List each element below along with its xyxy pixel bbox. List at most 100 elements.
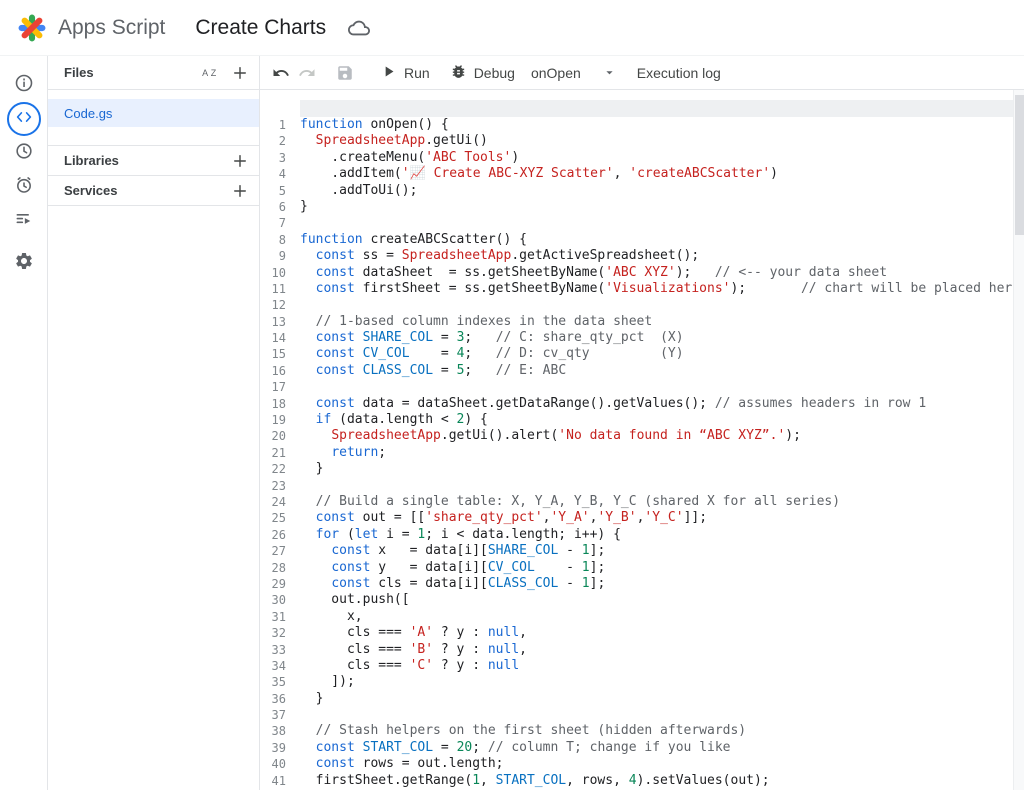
run-button[interactable]: Run xyxy=(380,63,430,83)
line-number[interactable]: 23 xyxy=(260,478,286,494)
line-number[interactable]: 18 xyxy=(260,396,286,412)
line-number[interactable]: 2 xyxy=(260,133,286,149)
code-token: 'ABC Tools' xyxy=(425,150,511,165)
code-token: dataSheet = ss.getSheetByName( xyxy=(355,265,605,280)
line-number[interactable]: 22 xyxy=(260,461,286,477)
executions-list-icon xyxy=(14,209,34,234)
code-token xyxy=(300,330,316,345)
nav-triggers[interactable] xyxy=(7,170,41,204)
line-number[interactable]: 7 xyxy=(260,215,286,231)
svg-text:A: A xyxy=(202,68,208,78)
code-line: return; xyxy=(300,445,1024,461)
line-number[interactable]: 13 xyxy=(260,314,286,330)
line-number[interactable]: 35 xyxy=(260,674,286,690)
line-number[interactable]: 41 xyxy=(260,773,286,789)
apps-script-logo-icon[interactable] xyxy=(14,10,50,46)
execution-log-button[interactable]: Execution log xyxy=(637,65,721,81)
line-number[interactable]: 31 xyxy=(260,609,286,625)
line-number[interactable]: 3 xyxy=(260,150,286,166)
line-number[interactable]: 14 xyxy=(260,330,286,346)
code-token: } xyxy=(300,199,308,214)
line-number[interactable]: 27 xyxy=(260,543,286,559)
line-number[interactable]: 10 xyxy=(260,265,286,281)
line-number[interactable]: 5 xyxy=(260,183,286,199)
scrollbar-thumb[interactable] xyxy=(1015,95,1024,235)
line-number[interactable]: 20 xyxy=(260,428,286,444)
code-token: firstSheet = ss.getSheetByName( xyxy=(355,281,605,296)
code-token: ) xyxy=(511,150,519,165)
line-number[interactable]: 9 xyxy=(260,248,286,264)
line-number[interactable]: 16 xyxy=(260,363,286,379)
line-number[interactable]: 29 xyxy=(260,576,286,592)
code-token: ]]; xyxy=(684,510,707,525)
sort-az-icon[interactable]: A Z xyxy=(201,64,219,82)
code-token: .getActiveSpreadsheet(); xyxy=(511,248,699,263)
line-number[interactable]: 24 xyxy=(260,494,286,510)
function-selector[interactable]: onOpen xyxy=(531,65,617,81)
code-token: 'C' xyxy=(410,658,433,673)
line-number[interactable]: 8 xyxy=(260,232,286,248)
code-token xyxy=(300,756,316,771)
line-number[interactable]: 17 xyxy=(260,379,286,395)
nav-executions[interactable] xyxy=(7,204,41,238)
redo-icon[interactable] xyxy=(298,64,316,82)
line-number[interactable]: 25 xyxy=(260,510,286,526)
code-editor[interactable]: 1234567891011121314151617181920212223242… xyxy=(260,90,1024,790)
code-line: const firstSheet = ss.getSheetByName('Vi… xyxy=(300,281,1024,297)
line-number[interactable]: 26 xyxy=(260,527,286,543)
play-icon xyxy=(380,63,397,83)
code-token: ]; xyxy=(590,543,606,558)
line-number[interactable]: 30 xyxy=(260,592,286,608)
code-token: } xyxy=(300,691,323,706)
line-number[interactable]: 33 xyxy=(260,642,286,658)
code-line: const cls = data[i][CLASS_COL - 1]; xyxy=(300,576,1024,592)
code-lines[interactable]: function onOpen() { SpreadsheetApp.getUi… xyxy=(286,117,1024,790)
vertical-scrollbar[interactable] xyxy=(1013,90,1024,790)
code-token: function xyxy=(300,117,363,132)
line-number[interactable]: 34 xyxy=(260,658,286,674)
app-name[interactable]: Apps Script xyxy=(58,16,165,40)
nav-settings[interactable] xyxy=(7,246,41,280)
section-libraries: Libraries xyxy=(48,145,259,175)
line-number[interactable]: 38 xyxy=(260,723,286,739)
code-token: let xyxy=(355,527,378,542)
line-number[interactable]: 21 xyxy=(260,445,286,461)
code-line: } xyxy=(300,199,1024,215)
line-number[interactable]: 1 xyxy=(260,117,286,133)
line-number[interactable]: 11 xyxy=(260,281,286,297)
undo-icon[interactable] xyxy=(272,64,290,82)
line-number[interactable]: 39 xyxy=(260,740,286,756)
add-library-button[interactable] xyxy=(231,152,249,170)
line-number[interactable]: 40 xyxy=(260,756,286,772)
code-token: SpreadsheetApp xyxy=(402,248,512,263)
add-file-button[interactable] xyxy=(231,64,249,82)
line-number[interactable]: 36 xyxy=(260,691,286,707)
add-service-button[interactable] xyxy=(231,182,249,200)
cloud-saved-icon xyxy=(348,17,370,39)
line-number[interactable]: 19 xyxy=(260,412,286,428)
code-token: ss = xyxy=(355,248,402,263)
code-line: const x = data[i][SHARE_COL - 1]; xyxy=(300,543,1024,559)
nav-overview[interactable] xyxy=(7,68,41,102)
line-number[interactable]: 12 xyxy=(260,297,286,313)
line-number[interactable]: 28 xyxy=(260,560,286,576)
line-number[interactable]: 37 xyxy=(260,707,286,723)
code-token xyxy=(300,543,331,558)
code-token: // <-- your data sheet xyxy=(715,265,887,280)
line-number[interactable]: 6 xyxy=(260,199,286,215)
code-line: const data = dataSheet.getDataRange().ge… xyxy=(300,396,1024,412)
code-token: 'A' xyxy=(410,625,433,640)
line-number[interactable]: 32 xyxy=(260,625,286,641)
nav-project-history[interactable] xyxy=(7,136,41,170)
line-number[interactable]: 15 xyxy=(260,346,286,362)
line-number[interactable]: 4 xyxy=(260,166,286,182)
code-token: null xyxy=(488,658,519,673)
code-token: 4 xyxy=(629,773,637,788)
file-item-code-gs[interactable]: Code.gs xyxy=(48,99,259,127)
nav-editor[interactable] xyxy=(7,102,41,136)
debug-button[interactable]: Debug xyxy=(450,63,515,83)
line-numbers[interactable]: 1234567891011121314151617181920212223242… xyxy=(260,117,286,790)
project-title[interactable]: Create Charts xyxy=(195,16,326,40)
save-icon[interactable] xyxy=(336,64,354,82)
code-line: cls === 'C' ? y : null xyxy=(300,658,1024,674)
